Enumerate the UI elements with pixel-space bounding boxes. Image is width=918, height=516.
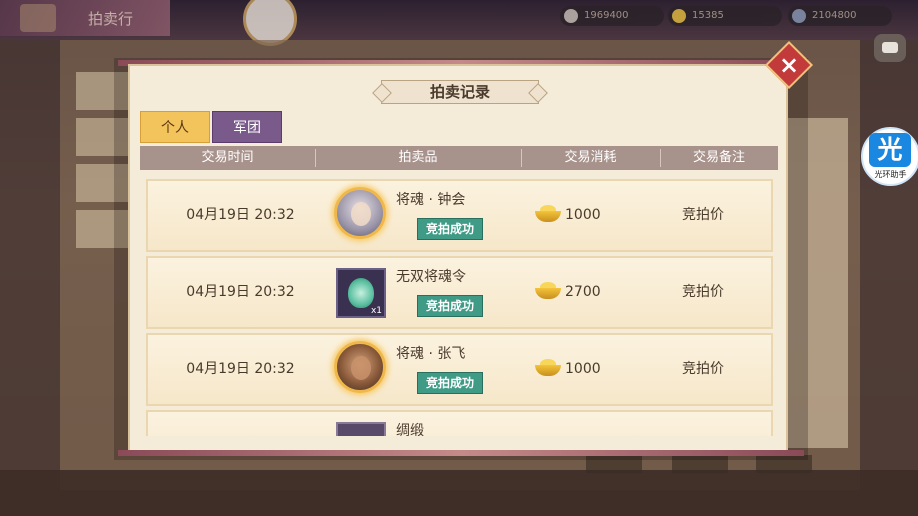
jade-coin-icon <box>792 9 806 23</box>
helper-assistant-button[interactable]: 光 光环助手 <box>861 127 918 186</box>
helper-label: 光环助手 <box>874 170 907 179</box>
chat-bubble-icon <box>882 42 898 53</box>
record-note: 竞拍价 <box>682 284 724 300</box>
gold-ingot-icon <box>535 282 561 300</box>
scene-title: 拍卖行 <box>88 10 134 28</box>
resource-value: 1969400 <box>584 10 629 21</box>
dialog-title-plate: 拍卖记录 <box>381 80 539 104</box>
item-quantity: x1 <box>370 306 382 316</box>
record-list[interactable]: 04月19日 20:32 将魂 · 钟会 竞拍成功 1000 竞拍价 04月19… <box>140 172 778 436</box>
tab-legion[interactable]: 军团 <box>212 111 282 143</box>
dialog-title: 拍卖记录 <box>429 83 490 101</box>
gold-ingot-icon <box>672 9 686 23</box>
record-cost: 1000 <box>565 207 601 223</box>
tab-personal[interactable]: 个人 <box>140 111 210 143</box>
back-icon[interactable] <box>20 4 56 32</box>
record-note: 竞拍价 <box>682 361 724 377</box>
record-time: 04月19日 20:32 <box>186 207 295 223</box>
gold-ingot-icon <box>535 359 561 377</box>
table-row: 绸缎 <box>146 410 773 436</box>
column-header-time: 交易时间 <box>201 150 254 165</box>
table-row: 04月19日 20:32 将魂 · 钟会 竞拍成功 1000 竞拍价 <box>146 179 773 252</box>
jade-token-icon[interactable]: x1 <box>336 268 386 318</box>
item-name: 绸缎 <box>396 423 424 436</box>
zhang-fei-portrait-icon[interactable] <box>334 341 386 393</box>
zhong-hui-portrait-icon[interactable] <box>334 187 386 239</box>
chat-button[interactable] <box>874 34 906 62</box>
status-badge: 竞拍成功 <box>417 218 483 240</box>
background-pillar-right <box>860 40 918 470</box>
record-cost: 1000 <box>565 361 601 377</box>
record-cost: 2700 <box>565 284 601 300</box>
record-note: 竞拍价 <box>682 207 724 223</box>
item-name: 将魂 · 张飞 <box>396 346 466 362</box>
modal-bottom-border <box>118 450 804 456</box>
table-row: 04月19日 20:32 x1 无双将魂令 竞拍成功 2700 竞拍价 <box>146 256 773 329</box>
helper-logo-icon: 光 <box>869 133 911 167</box>
resource-value: 2104800 <box>812 10 857 21</box>
silk-item-icon[interactable] <box>336 422 386 436</box>
resource-counter: 15385 <box>668 6 782 26</box>
background-floor <box>0 470 918 516</box>
status-badge: 竞拍成功 <box>417 295 483 317</box>
column-header-note: 交易备注 <box>692 150 745 165</box>
record-time: 04月19日 20:32 <box>186 361 295 377</box>
column-header-cost: 交易消耗 <box>564 150 617 165</box>
column-header-item: 拍卖品 <box>398 150 438 165</box>
gold-ingot-icon <box>535 205 561 223</box>
record-time: 04月19日 20:32 <box>186 284 295 300</box>
status-badge: 竞拍成功 <box>417 372 483 394</box>
item-name: 将魂 · 钟会 <box>396 192 466 208</box>
resource-counter: 1969400 <box>560 6 664 26</box>
close-icon: × <box>778 51 800 79</box>
table-header: 交易时间 拍卖品 交易消耗 交易备注 <box>140 146 778 170</box>
resource-value: 15385 <box>692 10 724 21</box>
item-name: 无双将魂令 <box>396 269 466 285</box>
table-row: 04月19日 20:32 将魂 · 张飞 竞拍成功 1000 竞拍价 <box>146 333 773 406</box>
silver-coin-icon <box>564 9 578 23</box>
resource-counter: 2104800 <box>788 6 892 26</box>
background-pillar-left <box>0 40 60 470</box>
